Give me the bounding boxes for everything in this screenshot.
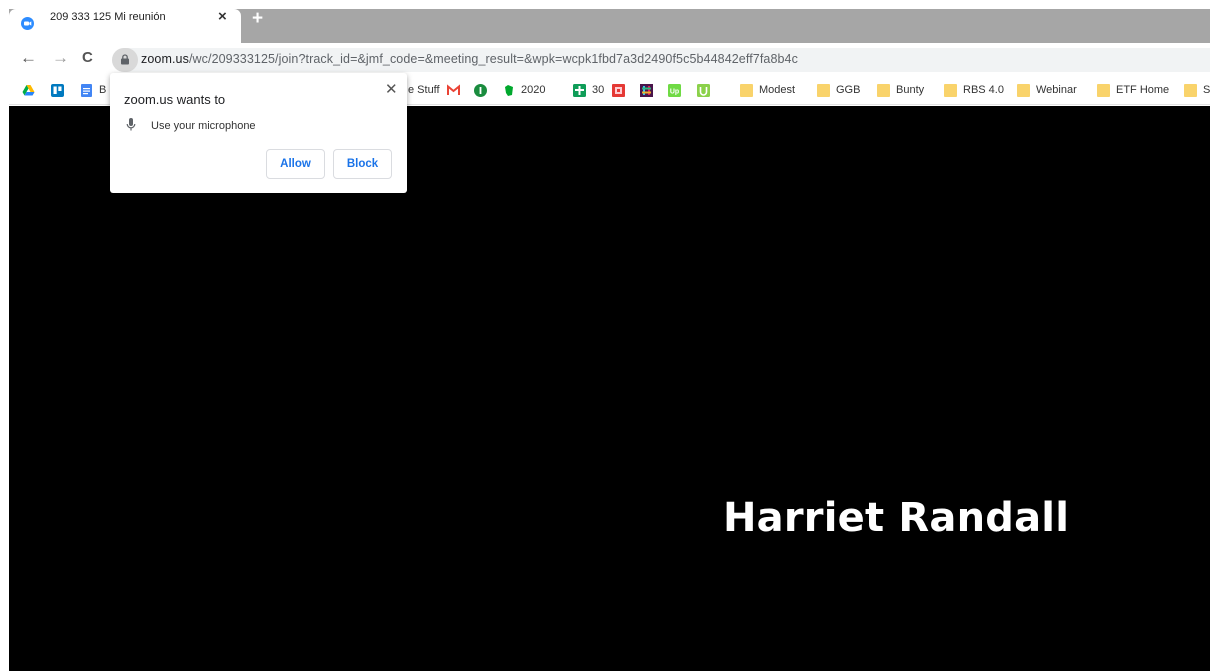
gmail-icon (447, 83, 460, 95)
bookmark-label: Webinar (1036, 84, 1077, 96)
folder-icon (817, 83, 830, 97)
folder-icon (740, 83, 753, 97)
svg-text:Up: Up (670, 88, 679, 95)
microphone-icon (126, 118, 136, 131)
upwork-icon: Up (668, 83, 681, 97)
bookmark-green-u[interactable] (697, 82, 716, 98)
bookmark-label: e Stuff (408, 84, 440, 96)
bookmark-label: Modest (759, 84, 796, 96)
bookmark-folder-s[interactable]: S (1184, 82, 1210, 98)
folder-icon (1097, 83, 1110, 97)
allow-button[interactable]: Allow (266, 149, 325, 179)
bookmark-folder-ggb[interactable]: GGB (817, 82, 860, 98)
bookmark-label: S (1203, 84, 1210, 96)
1password-icon (474, 83, 487, 97)
bookmark-evernote[interactable]: 2020 (502, 82, 545, 98)
bookmark-slack[interactable] (640, 82, 659, 98)
google-sheets-icon (573, 83, 586, 97)
new-tab-button[interactable]: + (252, 9, 263, 28)
red-bookmark-icon (612, 83, 625, 97)
bookmark-folder-modest[interactable]: Modest (740, 82, 795, 98)
tab-close-icon[interactable]: × (218, 8, 227, 25)
bookmark-folder-webinar[interactable]: Webinar (1017, 82, 1077, 98)
bookmark-stuff[interactable]: e Stuff (408, 82, 440, 98)
bookmark-label: GGB (836, 84, 861, 96)
green-u-icon (697, 83, 710, 97)
bookmark-drive[interactable] (22, 82, 41, 98)
google-drive-icon (22, 84, 35, 95)
bookmark-label: 30 (592, 84, 605, 96)
bookmark-label: RBS 4.0 (963, 84, 1004, 96)
bookmark-label: 2020 (521, 84, 546, 96)
evernote-icon (505, 84, 513, 96)
close-icon[interactable]: ✕ (385, 80, 398, 98)
zoom-icon (21, 17, 34, 30)
url-text[interactable]: zoom.us/wc/209333125/join?track_id=&jmf_… (141, 52, 798, 66)
bookmark-1password[interactable] (474, 82, 493, 98)
slack-icon (640, 83, 653, 97)
bookmark-red[interactable] (612, 82, 631, 98)
bookmark-upwork[interactable]: Up (668, 82, 687, 98)
bookmark-label: Bunty (896, 84, 925, 96)
site-info-button[interactable] (112, 48, 138, 72)
bookmark-docs[interactable]: B (80, 82, 106, 98)
popup-title: zoom.us wants to (124, 92, 226, 107)
url-host: zoom.us (141, 52, 189, 66)
bookmark-label: ETF Home (1116, 84, 1170, 96)
bookmark-folder-rbs[interactable]: RBS 4.0 (944, 82, 1004, 98)
bookmark-folder-etf[interactable]: ETF Home (1097, 82, 1169, 98)
reload-button[interactable]: C (82, 47, 93, 69)
participant-name: Harriet Randall (723, 495, 1070, 541)
bookmark-folder-bunty[interactable]: Bunty (877, 82, 924, 98)
forward-button[interactable]: → (52, 47, 69, 69)
bookmark-trello[interactable] (51, 82, 70, 98)
bookmark-sheets[interactable]: 30 (573, 82, 604, 98)
google-docs-icon (81, 83, 92, 97)
lock-icon (121, 54, 129, 65)
bookmark-label: B (99, 84, 107, 96)
permission-text: Use your microphone (151, 120, 256, 132)
trello-icon (51, 83, 64, 97)
window-edge (0, 0, 9, 671)
bookmark-gmail[interactable] (447, 82, 466, 98)
block-button[interactable]: Block (333, 149, 392, 179)
folder-icon (944, 83, 957, 97)
url-path: /wc/209333125/join?track_id=&jmf_code=&m… (188, 52, 798, 66)
folder-icon (1017, 83, 1030, 97)
back-button[interactable]: ← (20, 47, 37, 69)
folder-icon (877, 83, 890, 97)
tab-title: 209 333 125 Mi reunión (50, 11, 166, 23)
folder-icon (1184, 83, 1197, 97)
